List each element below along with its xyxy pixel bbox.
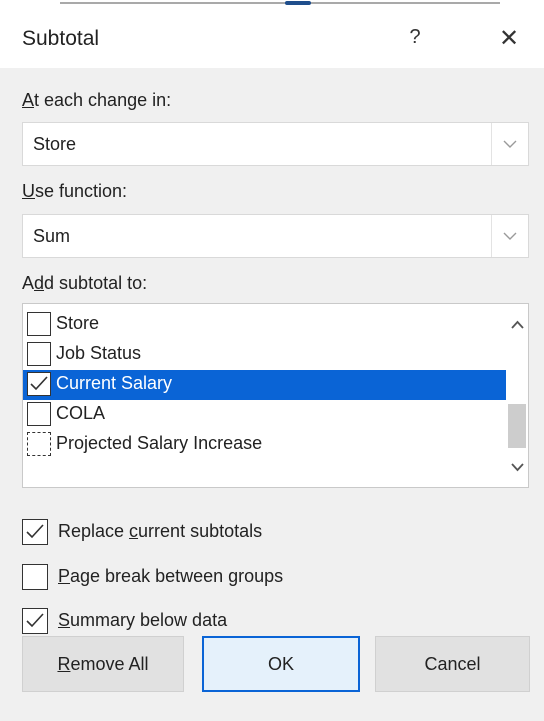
summary-below-data-label: Summary below data [58,610,228,630]
checkbox-projected-salary-increase[interactable] [27,432,51,456]
use-function-dropdown[interactable]: Sum [22,214,529,258]
page-break-checkbox[interactable] [22,564,48,590]
change-in-dropdown-arrow[interactable] [491,123,528,165]
list-scrollbar[interactable] [506,304,528,487]
list-item-label: COLA [56,403,106,423]
use-function-label: Use function: [22,181,128,201]
chevron-down-icon [503,140,517,148]
checkbox-job-status[interactable] [27,342,51,366]
replace-current-subtotals-checkbox[interactable] [22,519,48,545]
remove-all-button[interactable]: Remove All [22,636,184,692]
list-item-current-salary[interactable]: Current Salary [23,370,507,400]
top-edge-accent [285,1,311,5]
ok-button[interactable]: OK [202,636,360,692]
add-subtotal-list[interactable]: Store Job Status Current Salary COLA Pro… [22,303,529,488]
scroll-thumb[interactable] [508,404,526,448]
scroll-down-button[interactable] [506,455,528,479]
scroll-up-button[interactable] [506,312,528,336]
summary-below-data-option[interactable]: Summary below data [22,607,422,637]
summary-below-data-checkbox[interactable] [22,608,48,634]
list-item-label: Store [56,313,100,333]
change-in-value: Store [33,134,77,154]
change-in-dropdown[interactable]: Store [22,122,529,166]
list-item-label: Projected Salary Increase [56,433,263,453]
subtotal-dialog: Subtotal ? ✕ At each change in: Store Us… [0,0,544,721]
chevron-down-icon [503,232,517,240]
use-function-dropdown-arrow[interactable] [491,215,528,257]
list-item-job-status[interactable]: Job Status [23,340,507,370]
top-edge-line [60,2,500,4]
checkmark-icon [30,376,48,391]
list-item-cola[interactable]: COLA [23,400,507,430]
title-bar: Subtotal ? ✕ [0,6,544,68]
checkbox-store[interactable] [27,312,51,336]
help-button[interactable]: ? [402,26,428,52]
chevron-down-icon [510,462,524,471]
checkmark-icon [26,524,44,539]
use-function-value: Sum [33,226,71,246]
list-item-label: Job Status [56,343,142,363]
add-subtotal-label: Add subtotal to: [22,273,148,293]
close-icon: ✕ [498,25,520,52]
cancel-button[interactable]: Cancel [375,636,530,692]
chevron-up-icon [510,320,524,329]
replace-current-subtotals-option[interactable]: Replace current subtotals [22,518,422,548]
page-break-label: Page break between groups [58,566,284,586]
replace-current-subtotals-label: Replace current subtotals [58,521,263,541]
dialog-title: Subtotal [22,27,100,50]
close-button[interactable]: ✕ [495,24,523,52]
change-in-label: At each change in: [22,90,172,110]
list-item-projected-salary-increase[interactable]: Projected Salary Increase [23,430,507,460]
list-item-label: Current Salary [56,373,173,393]
list-item-store[interactable]: Store [23,310,507,340]
checkbox-cola[interactable] [27,402,51,426]
page-break-option[interactable]: Page break between groups [22,563,422,593]
checkmark-icon [26,613,44,628]
checkbox-current-salary[interactable] [27,372,51,396]
